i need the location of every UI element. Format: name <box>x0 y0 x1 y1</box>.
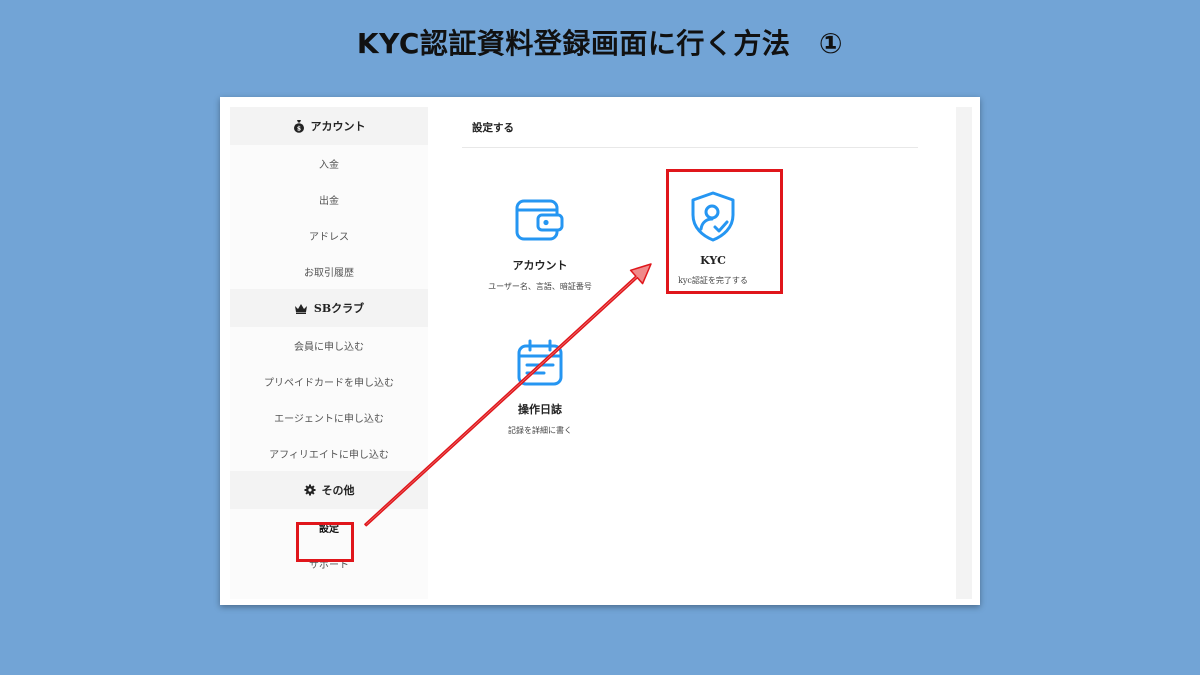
settings-highlight-box <box>296 522 354 562</box>
wallet-icon <box>515 199 564 241</box>
sidebar-item-withdraw[interactable]: 出金 <box>230 181 428 217</box>
sidebar-item-prepaid-card[interactable]: プリペイドカードを申し込む <box>230 363 428 399</box>
svg-text:$: $ <box>296 126 300 133</box>
sidebar-item-history[interactable]: お取引履歴 <box>230 253 428 289</box>
sidebar-header-label: その他 <box>321 484 355 497</box>
kyc-highlight-box <box>666 169 783 294</box>
card-subtitle: 記録を詳細に書く <box>508 426 572 435</box>
page-title: 設定する <box>472 122 514 134</box>
scrollbar-track[interactable] <box>956 107 972 599</box>
sidebar-item-address[interactable]: アドレス <box>230 217 428 253</box>
crown-icon <box>294 303 307 314</box>
card-title: 操作日誌 <box>518 403 562 416</box>
sidebar-item-membership[interactable]: 会員に申し込む <box>230 327 428 363</box>
card-subtitle: ユーザー名、言語、暗証番号 <box>488 282 592 291</box>
sidebar-item-deposit[interactable]: 入金 <box>230 145 428 181</box>
account-settings-card[interactable]: アカウント ユーザー名、言語、暗証番号 <box>465 193 615 292</box>
divider <box>462 147 918 148</box>
calendar-icon <box>517 339 563 386</box>
slide-title: KYC認証資料登録画面に行く方法 ① <box>356 27 844 60</box>
sidebar-header-label: SBクラブ <box>313 302 365 315</box>
sidebar-item-agent[interactable]: エージェントに申し込む <box>230 399 428 435</box>
sidebar-item-affiliate[interactable]: アフィリエイトに申し込む <box>230 435 428 471</box>
card-title: アカウント <box>512 259 568 272</box>
sidebar-header-account: $ アカウント <box>230 107 428 145</box>
gear-icon <box>304 484 315 496</box>
sidebar-header-other: その他 <box>230 471 428 509</box>
activity-log-card[interactable]: 操作日誌 記録を詳細に書く <box>465 337 615 436</box>
money-bag-icon: $ <box>293 120 304 133</box>
sidebar-header-sbclub: SBクラブ <box>230 289 428 327</box>
sidebar-header-label: アカウント <box>310 120 366 133</box>
